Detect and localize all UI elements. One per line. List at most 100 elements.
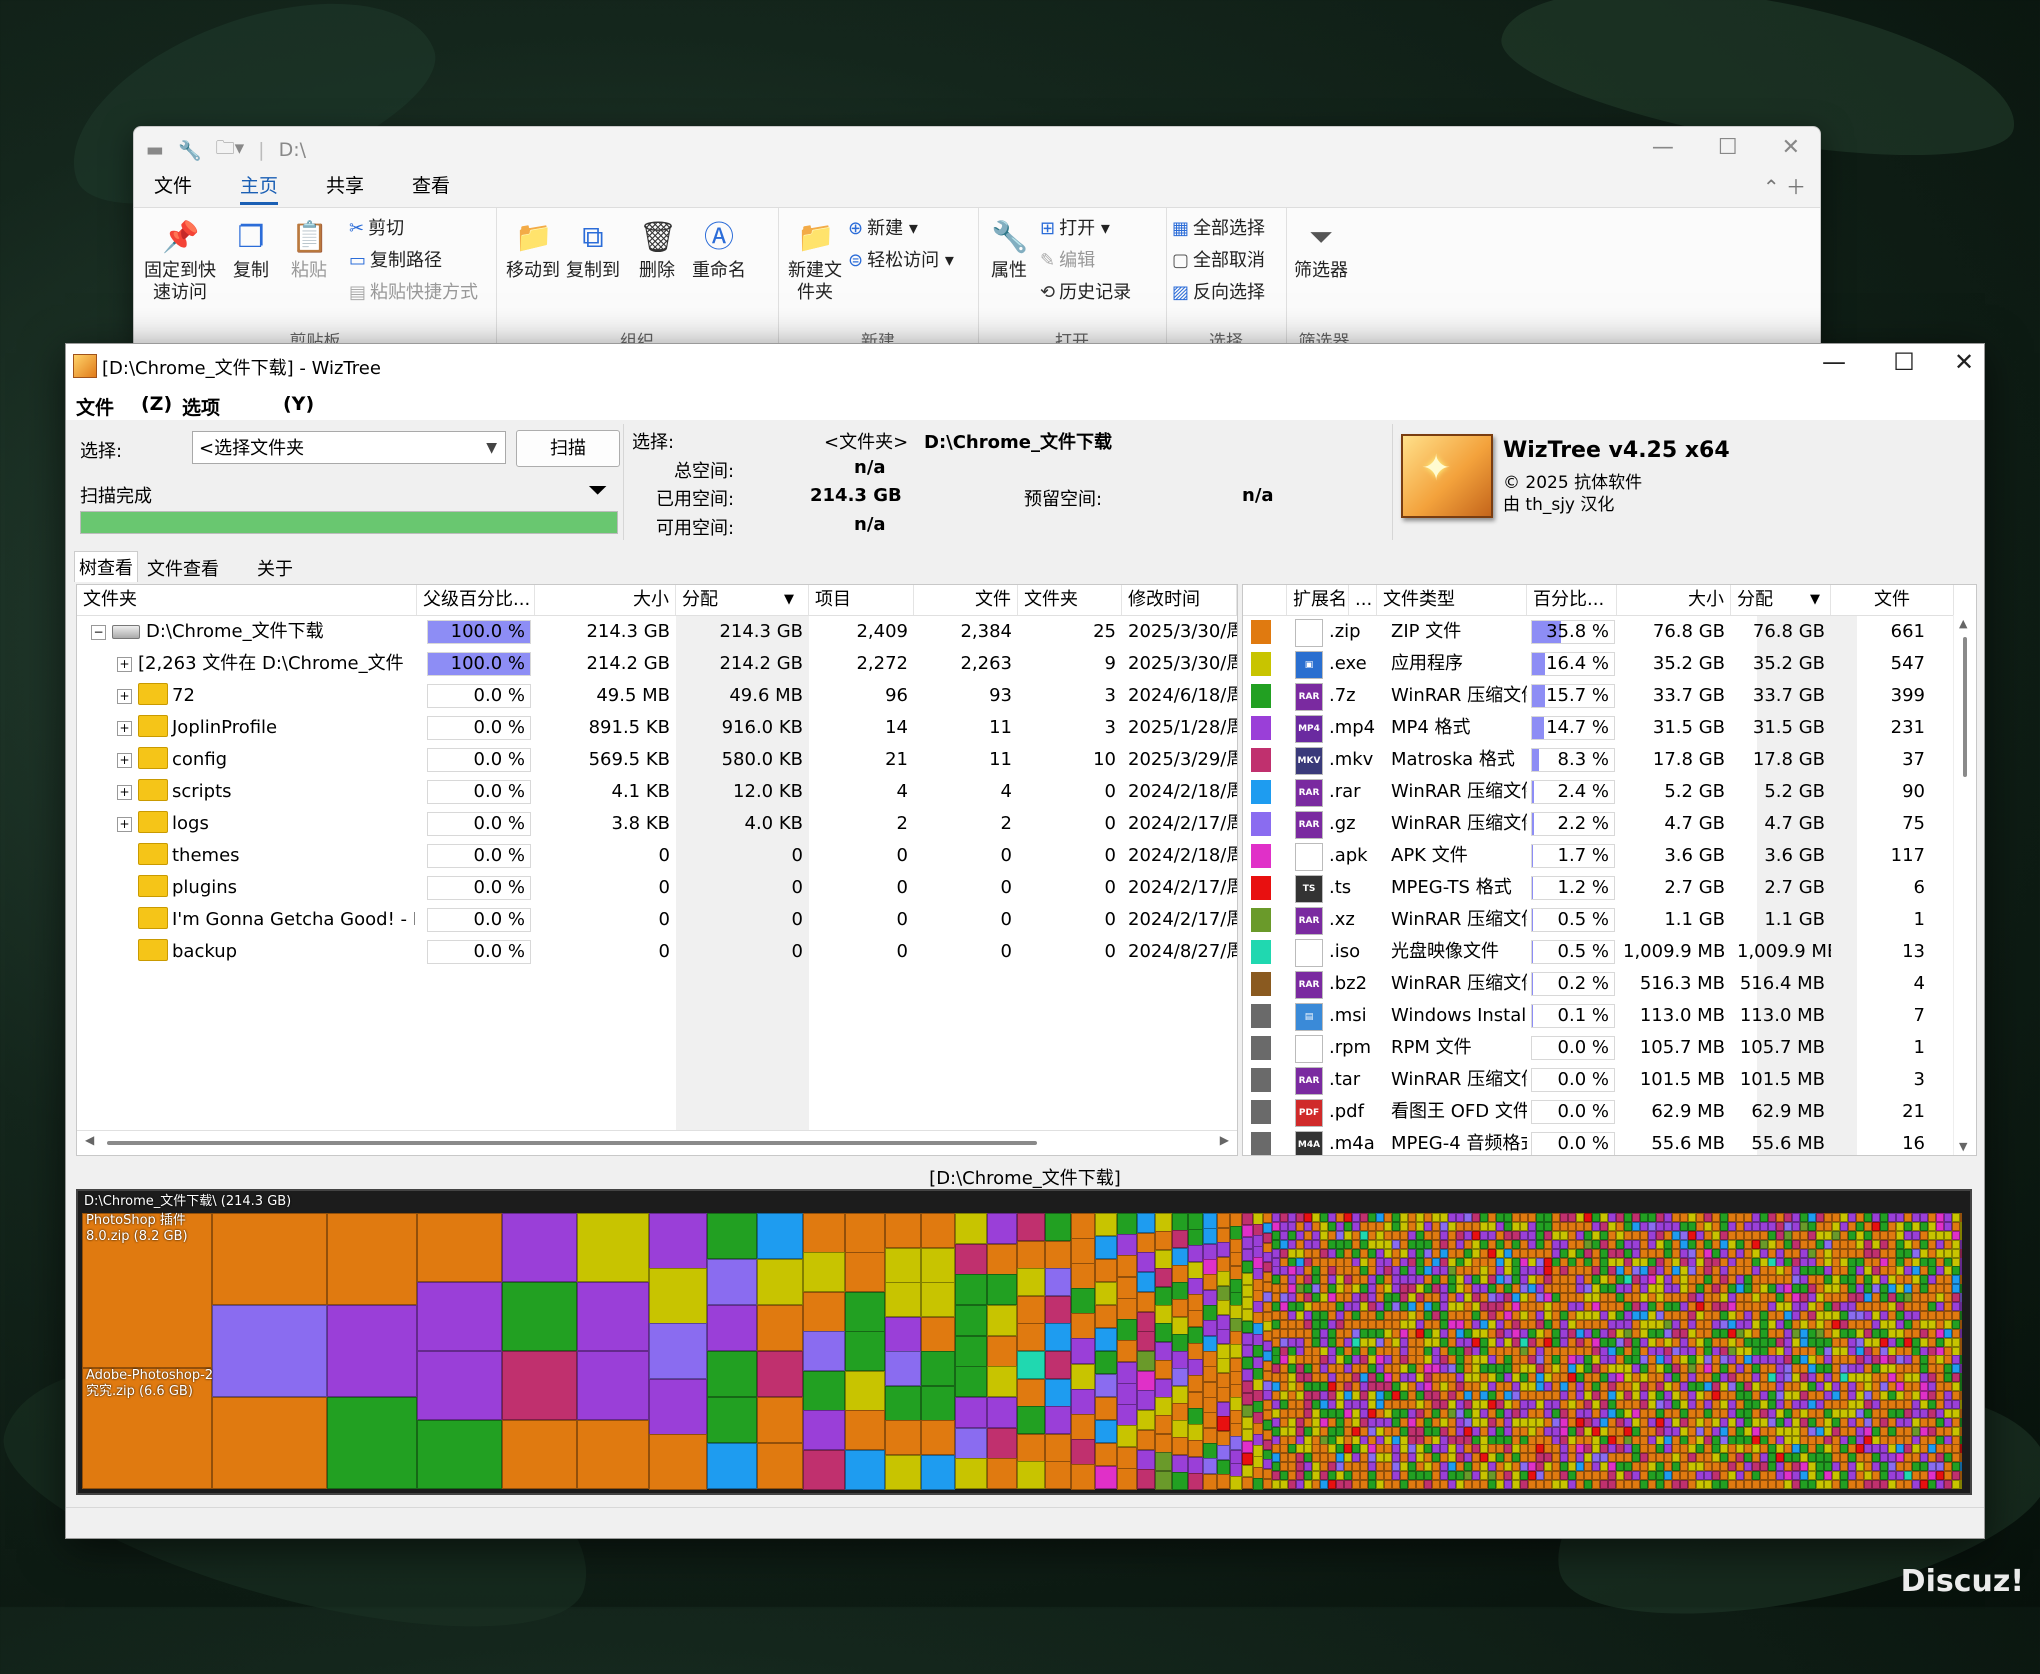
treemap-cell[interactable]	[1848, 1302, 1856, 1311]
treemap-cell[interactable]	[1800, 1409, 1808, 1418]
treemap-cell[interactable]	[1288, 1355, 1296, 1364]
treemap-cell[interactable]	[1928, 1338, 1936, 1347]
treemap-cell[interactable]	[1568, 1444, 1576, 1453]
treemap-cell[interactable]	[1696, 1240, 1704, 1249]
treemap-cell[interactable]	[1832, 1444, 1840, 1453]
treemap-cell[interactable]	[1217, 1286, 1230, 1301]
treemap-cell[interactable]	[1672, 1240, 1680, 1249]
treemap-cell[interactable]	[1808, 1453, 1816, 1462]
treemap-cell[interactable]	[1568, 1240, 1576, 1249]
treemap-cell[interactable]	[1808, 1284, 1816, 1293]
treemap-cell[interactable]	[1520, 1444, 1528, 1453]
treemap-cell[interactable]	[1608, 1275, 1616, 1284]
treemap-cell[interactable]	[1368, 1471, 1376, 1480]
treemap-cell[interactable]	[1344, 1240, 1352, 1249]
treemap-cell[interactable]	[1680, 1249, 1688, 1258]
treemap-cell[interactable]	[1632, 1222, 1640, 1231]
treemap-cell[interactable]	[1872, 1240, 1880, 1249]
close-icon[interactable]: ✕	[1934, 348, 1994, 376]
treemap-cell[interactable]	[1736, 1329, 1744, 1338]
treemap-cell[interactable]	[1560, 1275, 1568, 1284]
treemap-cell[interactable]	[1824, 1355, 1832, 1364]
treemap-cell[interactable]	[1872, 1382, 1880, 1391]
treemap-cell[interactable]	[1624, 1311, 1632, 1320]
treemap-cell[interactable]	[1368, 1364, 1376, 1373]
treemap-cell[interactable]	[1656, 1329, 1664, 1338]
treemap-cell[interactable]	[1920, 1231, 1928, 1240]
treemap-cell[interactable]	[1352, 1240, 1360, 1249]
treemap-cell[interactable]	[1464, 1480, 1472, 1489]
treemap-cell[interactable]	[1203, 1458, 1217, 1474]
treemap-cell[interactable]	[1496, 1338, 1504, 1347]
treemap-cell[interactable]	[1512, 1222, 1520, 1231]
treemap-cell[interactable]	[1552, 1302, 1560, 1311]
treemap-cell[interactable]	[1888, 1373, 1896, 1382]
treemap-cell[interactable]	[1808, 1427, 1816, 1436]
treemap-cell[interactable]	[1520, 1302, 1528, 1311]
treemap-cell[interactable]	[1808, 1382, 1816, 1391]
treemap-cell[interactable]	[1384, 1302, 1392, 1311]
treemap-cell[interactable]	[1936, 1480, 1944, 1489]
treemap-cell[interactable]	[1928, 1266, 1936, 1275]
treemap-cell[interactable]	[1488, 1391, 1496, 1400]
treemap-cell[interactable]	[1520, 1373, 1528, 1382]
treemap-cell[interactable]	[1432, 1400, 1440, 1409]
treemap-cell[interactable]	[1071, 1263, 1095, 1289]
treemap-cell[interactable]	[1312, 1320, 1320, 1329]
treemap-cell[interactable]	[1512, 1382, 1520, 1391]
treemap-cell[interactable]	[1456, 1249, 1464, 1258]
treemap-cell[interactable]	[1504, 1275, 1512, 1284]
treemap-cell[interactable]	[1816, 1471, 1824, 1480]
treemap-cell[interactable]	[1137, 1371, 1155, 1391]
treemap-cell[interactable]	[1344, 1364, 1352, 1373]
treemap-cell[interactable]	[1608, 1480, 1616, 1489]
treemap-cell[interactable]	[1384, 1391, 1392, 1400]
treemap-cell[interactable]	[1584, 1302, 1592, 1311]
treemap-cell[interactable]	[1824, 1302, 1832, 1311]
treemap-cell[interactable]	[1242, 1225, 1253, 1237]
treemap-cell[interactable]	[1368, 1213, 1376, 1222]
treemap-cell[interactable]	[1792, 1293, 1800, 1302]
treemap-cell[interactable]	[1632, 1311, 1640, 1320]
treemap-cell[interactable]	[1472, 1311, 1480, 1320]
treemap-cell[interactable]	[1360, 1391, 1368, 1400]
treemap-cell[interactable]	[1704, 1266, 1712, 1275]
treemap-cell[interactable]	[1512, 1231, 1520, 1240]
treemap-cell[interactable]	[1656, 1320, 1664, 1329]
treemap-cell[interactable]	[1456, 1400, 1464, 1409]
treemap-cell[interactable]	[1272, 1338, 1280, 1347]
treemap-cell[interactable]	[1856, 1311, 1864, 1320]
treemap-cell[interactable]	[1304, 1373, 1312, 1382]
treemap-cell[interactable]	[1880, 1320, 1888, 1329]
treemap-cell[interactable]	[1188, 1229, 1203, 1246]
table-row[interactable]: +logs0.0 %3.8 KB4.0 KB2202024/2/17/周	[77, 808, 1237, 840]
treemap-cell[interactable]	[1832, 1453, 1840, 1462]
treemap-cell[interactable]	[1242, 1345, 1253, 1357]
treemap-cell[interactable]	[1117, 1298, 1137, 1320]
treemap-cell[interactable]	[1744, 1293, 1752, 1302]
treemap-cell[interactable]	[1155, 1452, 1172, 1471]
treemap-cell[interactable]	[1155, 1397, 1172, 1416]
treemap-cell[interactable]	[1544, 1444, 1552, 1453]
treemap-cell[interactable]	[1352, 1444, 1360, 1453]
treemap-cell[interactable]	[1800, 1266, 1808, 1275]
treemap-cell[interactable]	[1117, 1255, 1137, 1277]
treemap-cell[interactable]	[1648, 1213, 1656, 1222]
treemap-cell[interactable]	[1408, 1222, 1416, 1231]
treemap-cell[interactable]	[1584, 1240, 1592, 1249]
treemap-cell[interactable]	[1920, 1266, 1928, 1275]
treemap-cell[interactable]	[1584, 1284, 1592, 1293]
treemap-cell[interactable]	[1888, 1480, 1896, 1489]
treemap-cell[interactable]	[1672, 1471, 1680, 1480]
treemap-cell[interactable]	[1172, 1317, 1188, 1335]
treemap-cell[interactable]	[1352, 1382, 1360, 1391]
treemap-cell[interactable]	[1203, 1320, 1217, 1336]
treemap-cell[interactable]	[1344, 1284, 1352, 1293]
treemap-cell[interactable]	[1608, 1222, 1616, 1231]
treemap-cell[interactable]	[1560, 1320, 1568, 1329]
treemap-cell[interactable]	[707, 1443, 757, 1489]
treemap-cell[interactable]	[1880, 1302, 1888, 1311]
treemap-cell[interactable]	[1736, 1311, 1744, 1320]
treemap-cell[interactable]	[1848, 1471, 1856, 1480]
treemap-cell[interactable]	[1456, 1462, 1464, 1471]
